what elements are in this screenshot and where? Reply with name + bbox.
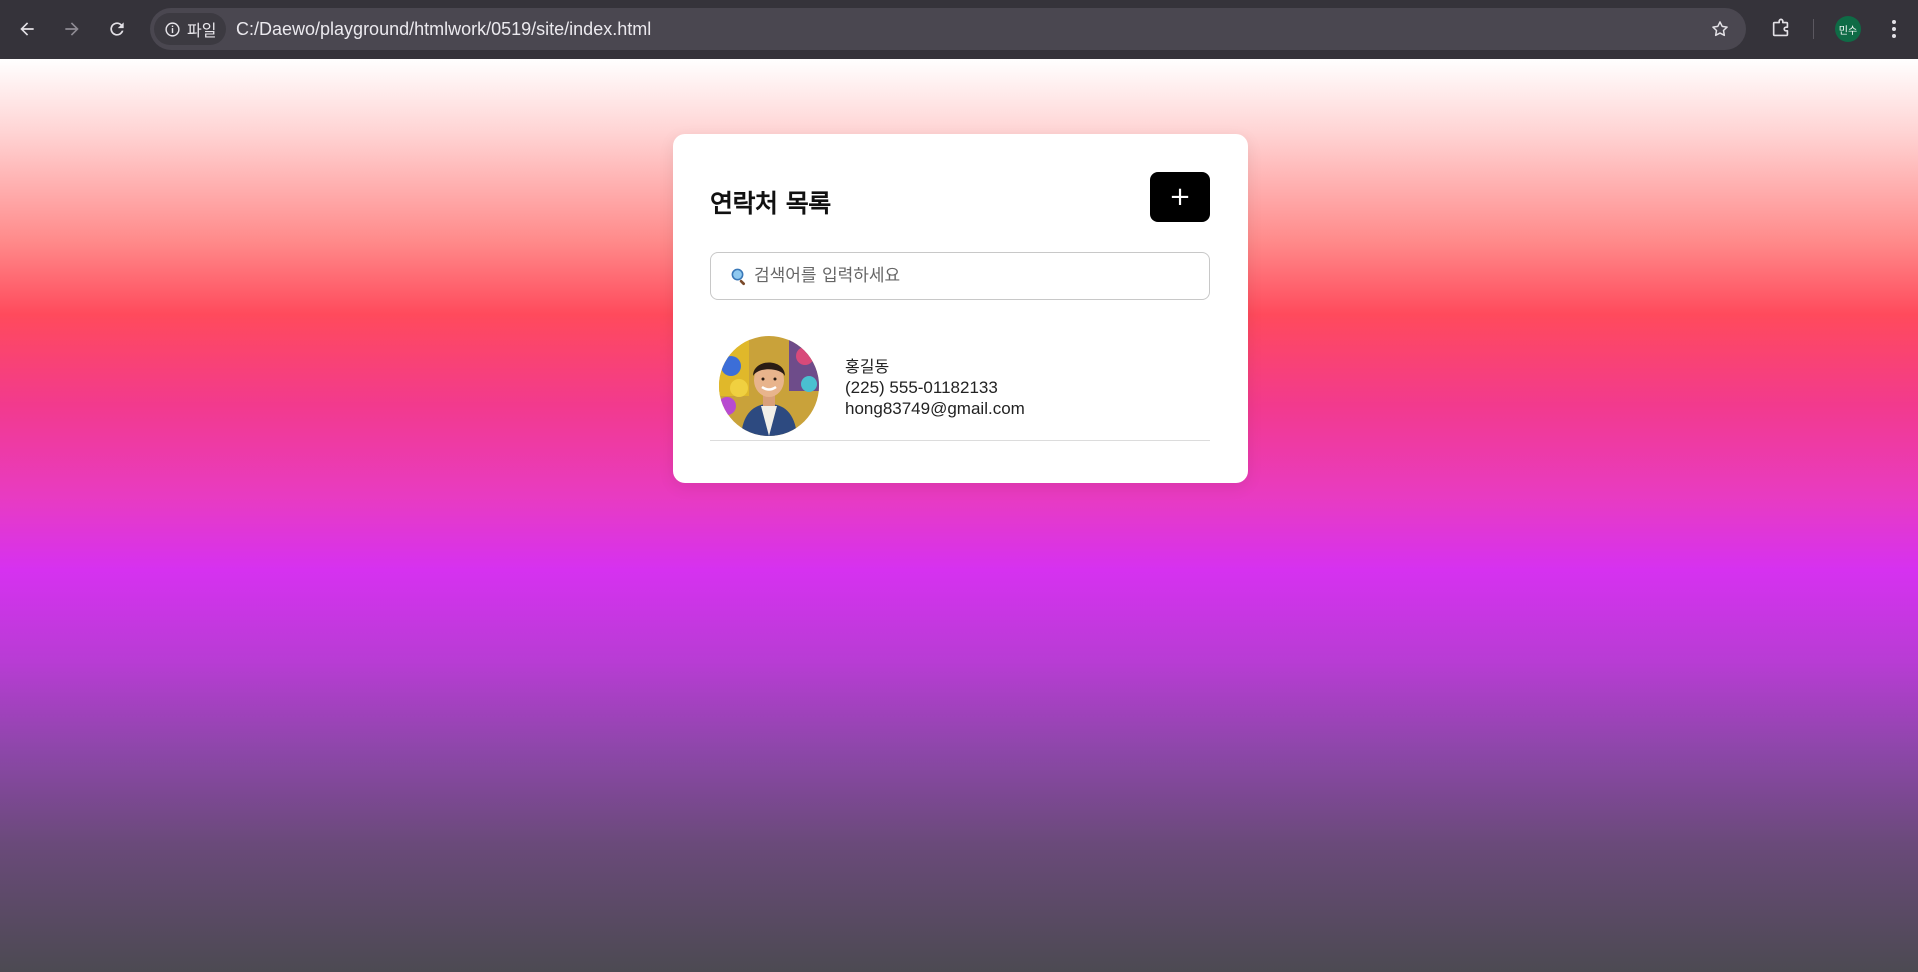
contact-phone: (225) 555-01182133 [845, 378, 998, 397]
arrow-right-icon [65, 22, 79, 36]
bookmark-button[interactable] [1708, 17, 1732, 41]
reload-icon [110, 22, 124, 36]
back-button[interactable] [10, 12, 44, 46]
toolbar-divider [1813, 19, 1814, 39]
contact-info: 홍길동 (225) 555-01182133 hong83749@gmail.c… [845, 356, 1025, 419]
search-icon [731, 268, 746, 285]
page-title: 연락처 목록 [710, 189, 831, 218]
forward-button[interactable] [55, 12, 89, 46]
contact-list-item[interactable]: 홍길동 (225) 555-01182133 hong83749@gmail.c… [710, 327, 1210, 441]
star-icon [1712, 21, 1728, 37]
search-input[interactable] [752, 265, 1192, 287]
puzzle-icon [1772, 18, 1789, 37]
contact-avatar [719, 336, 819, 436]
site-chip-label: 파일 [187, 23, 217, 40]
contact-list-card: 연락처 목록 + 검색어를 입력하세요 홍길동 (225) 555-011821… [673, 134, 1248, 483]
contact-email: hong83749@gmail.com [845, 399, 1025, 418]
reload-button[interactable] [100, 12, 134, 46]
browser-toolbar: 파일 C:/Daewo/playground/htmlwork/0519/sit… [0, 0, 1918, 59]
add-contact-button[interactable]: + [1150, 172, 1210, 222]
search-box[interactable] [710, 252, 1210, 300]
info-icon [165, 21, 180, 37]
profile-avatar[interactable]: 민수 [1835, 16, 1861, 42]
browser-menu-button[interactable] [1882, 14, 1906, 44]
address-bar[interactable]: 파일 C:/Daewo/playground/htmlwork/0519/sit… [150, 8, 1746, 50]
contact-photo [719, 336, 819, 436]
arrow-left-icon [20, 22, 34, 36]
url-text[interactable]: C:/Daewo/playground/htmlwork/0519/site/i… [236, 19, 651, 40]
contact-name: 홍길동 [845, 357, 890, 376]
site-info-chip[interactable]: 파일 [154, 13, 227, 45]
extensions-button[interactable] [1766, 14, 1796, 44]
page-viewport: 연락처 목록 + 검색어를 입력하세요 홍길동 (225) 555-011821… [0, 59, 1918, 972]
more-vertical-icon [1892, 20, 1896, 38]
